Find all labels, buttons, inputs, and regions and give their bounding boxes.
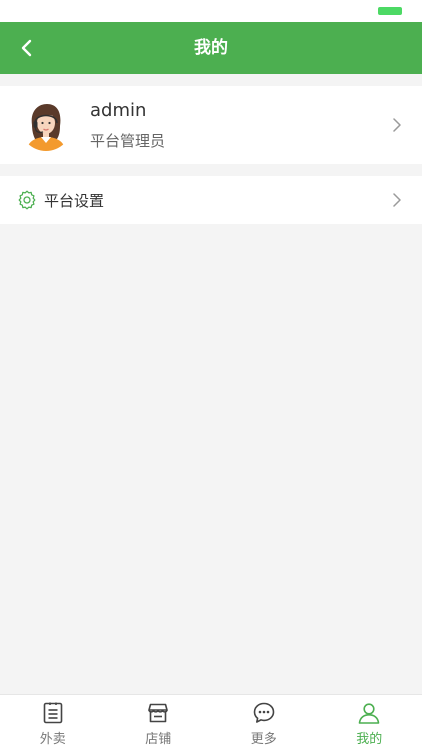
tab-mine[interactable]: 我的 bbox=[317, 695, 422, 750]
tab-label: 我的 bbox=[356, 732, 383, 747]
tab-more[interactable]: 更多 bbox=[211, 695, 317, 750]
tab-label: 更多 bbox=[250, 732, 277, 747]
tab-takeout[interactable]: 外卖 bbox=[0, 695, 106, 750]
platform-settings-label: 平台设置 bbox=[44, 192, 105, 210]
page-title: 我的 bbox=[194, 38, 228, 58]
top-bar: 我的 bbox=[0, 22, 422, 74]
tab-store[interactable]: 店铺 bbox=[106, 695, 212, 750]
list-icon bbox=[43, 702, 63, 724]
tab-label: 外卖 bbox=[39, 732, 66, 747]
back-button[interactable] bbox=[8, 30, 44, 66]
user-icon bbox=[358, 703, 380, 724]
profile-card[interactable]: admin 平台管理员 bbox=[0, 86, 422, 164]
profile-role: 平台管理员 bbox=[90, 132, 166, 150]
avatar-image bbox=[20, 99, 72, 151]
gear-icon bbox=[18, 190, 36, 210]
chevron-right-icon bbox=[393, 118, 401, 132]
bottom-tab-bar: 外卖 店铺 更多 我的 bbox=[0, 694, 422, 750]
status-bar bbox=[0, 0, 422, 22]
store-icon bbox=[148, 703, 169, 723]
chevron-right-icon bbox=[393, 193, 401, 207]
battery-icon bbox=[378, 7, 402, 15]
profile-name: admin bbox=[90, 100, 147, 121]
tab-label: 店铺 bbox=[145, 732, 172, 747]
platform-settings-item[interactable]: 平台设置 bbox=[0, 176, 422, 224]
avatar bbox=[20, 99, 72, 151]
chevron-left-icon bbox=[21, 39, 32, 57]
chat-bubble-icon bbox=[253, 702, 275, 723]
